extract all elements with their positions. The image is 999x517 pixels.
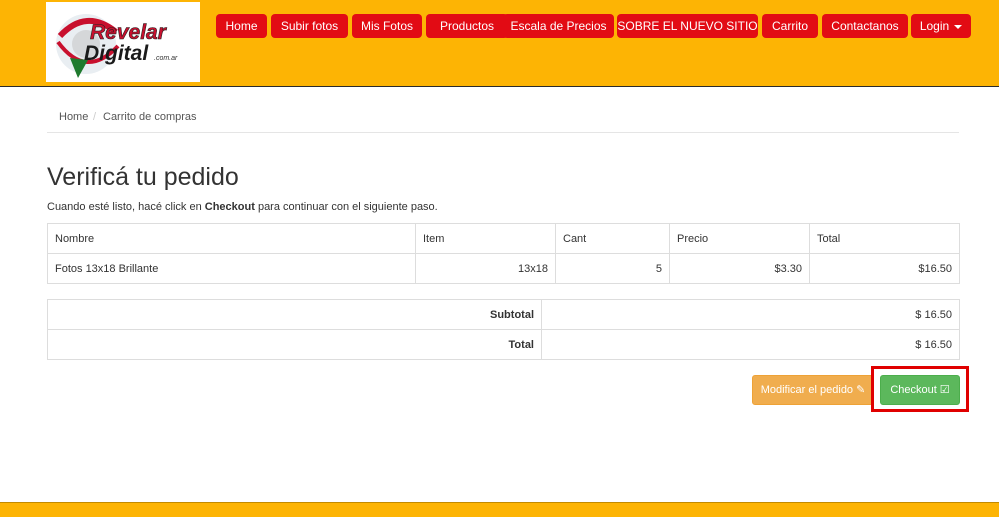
- col-header-precio: Precio: [669, 223, 810, 254]
- header-bar: Revelar Digital .com.ar Home Subir fotos…: [0, 0, 999, 87]
- order-table: Nombre Item Cant Precio Total Fotos 13x1…: [47, 223, 960, 284]
- modify-order-label: Modificar el pedido: [760, 384, 854, 396]
- total-value: $ 16.50: [541, 329, 960, 360]
- nav-sobre-label: SOBRE EL NUEVO SITIO: [617, 19, 758, 33]
- nav-home-label: Home: [225, 19, 258, 33]
- total-row: Total $ 16.50: [47, 329, 960, 360]
- footer-bar: [0, 502, 999, 517]
- edit-icon: ✎: [856, 384, 866, 396]
- nav-productos[interactable]: Productos: [426, 14, 508, 38]
- order-header-row: Nombre Item Cant Precio Total: [47, 223, 960, 254]
- nav-mis-fotos-label: Mis Fotos: [360, 19, 413, 33]
- nav-escala-precios-label: Escala de Precios: [510, 19, 607, 33]
- svg-text:Digital: Digital: [84, 42, 149, 65]
- intro-before: Cuando esté listo, hacé click en: [47, 201, 205, 213]
- nav-sobre-el-nuevo-sitio[interactable]: SOBRE EL NUEVO SITIO: [617, 14, 758, 38]
- nav-contactanos-label: Contactanos: [831, 19, 899, 33]
- nav-contactanos[interactable]: Contactanos: [822, 14, 908, 38]
- subtotal-value: $ 16.50: [541, 299, 960, 330]
- nav-carrito[interactable]: Carrito: [762, 14, 818, 38]
- nav-carrito-label: Carrito: [771, 19, 808, 33]
- intro-checkout-bold: Checkout: [204, 201, 255, 213]
- col-header-total: Total: [809, 223, 960, 254]
- nav-home[interactable]: Home: [216, 14, 267, 38]
- nav-subir-fotos-label: Subir fotos: [280, 19, 339, 33]
- intro-text: Cuando esté listo, hacé click en Checkou…: [47, 201, 438, 213]
- totals-table: Subtotal $ 16.50 Total $ 16.50: [47, 299, 960, 360]
- svg-text:Revelar: Revelar: [90, 21, 168, 44]
- nav-login-dropdown[interactable]: Login: [911, 14, 971, 38]
- cell-precio: $3.30: [669, 253, 810, 284]
- caret-down-icon: [954, 24, 963, 29]
- nav-productos-label: Productos: [439, 19, 495, 33]
- col-header-item: Item: [415, 223, 556, 254]
- col-header-nombre: Nombre: [47, 223, 416, 254]
- breadcrumb-separator: /: [93, 111, 97, 123]
- modify-order-button[interactable]: Modificar el pedido ✎: [752, 375, 874, 405]
- cell-nombre: Fotos 13x18 Brillante: [47, 253, 416, 284]
- table-row: Fotos 13x18 Brillante 13x18 5 $3.30 $16.…: [47, 253, 960, 284]
- cell-cant: 5: [555, 253, 670, 284]
- nav-escala-precios[interactable]: Escala de Precios: [503, 14, 614, 38]
- checkout-label: Checkout: [890, 384, 937, 396]
- breadcrumb-current: Carrito de compras: [103, 111, 197, 123]
- nav-subir-fotos[interactable]: Subir fotos: [271, 14, 348, 38]
- cell-item: 13x18: [415, 253, 556, 284]
- site-logo[interactable]: Revelar Digital .com.ar: [46, 2, 200, 82]
- cell-total: $16.50: [809, 253, 960, 284]
- checkout-button[interactable]: Checkout ☑: [880, 375, 960, 405]
- nav-login-label: Login: [919, 19, 950, 33]
- total-label: Total: [47, 329, 542, 360]
- col-header-cant: Cant: [555, 223, 670, 254]
- breadcrumb: Home / Carrito de compras: [47, 104, 959, 133]
- breadcrumb-home-link[interactable]: Home: [59, 111, 88, 123]
- page-title: Verificá tu pedido: [47, 163, 239, 191]
- nav-mis-fotos[interactable]: Mis Fotos: [352, 14, 422, 38]
- subtotal-label: Subtotal: [47, 299, 542, 330]
- check-square-icon: ☑: [939, 384, 950, 396]
- svg-text:.com.ar: .com.ar: [154, 55, 178, 62]
- subtotal-row: Subtotal $ 16.50: [47, 299, 960, 330]
- intro-after: para continuar con el siguiente paso.: [254, 201, 438, 213]
